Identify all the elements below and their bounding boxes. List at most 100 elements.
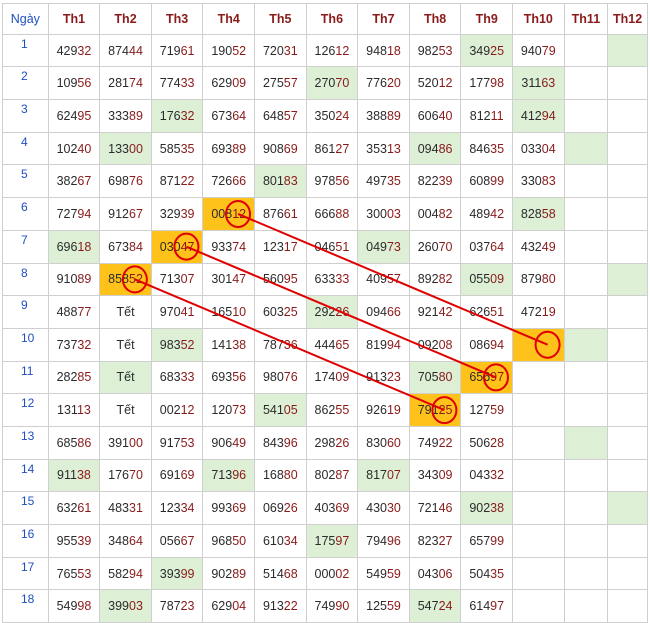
day-link[interactable]: 2: [2, 66, 49, 101]
result-cell: 10240: [47, 131, 101, 166]
result-cell: [563, 295, 609, 329]
result-cell: [607, 33, 648, 68]
table-row: 14 91138 17670 69169 71396 16880 80287 81707 343…: [2, 458, 648, 493]
result-cell: 60640: [408, 99, 462, 133]
result-cell: 72794: [47, 197, 101, 231]
result-cell: [563, 425, 609, 460]
result-cell: 71396: [202, 458, 256, 493]
result-cell: 12334: [150, 491, 204, 525]
result-cell: 13113: [47, 393, 101, 427]
day-link[interactable]: 7: [2, 229, 49, 264]
result-cell: 34309: [408, 458, 462, 493]
result-cell: 61497: [460, 589, 513, 623]
result-cell: [563, 197, 609, 231]
result-cell: 38889: [357, 99, 410, 133]
result-cell: [563, 556, 609, 591]
result-cell: 30003: [357, 197, 410, 231]
table-row: 13 68586 39100 91753 90649 84396 29826 83060 749…: [2, 425, 648, 460]
result-cell: 12759: [460, 393, 513, 427]
result-cell: 00212: [150, 393, 204, 427]
result-cell: 92142: [408, 295, 462, 329]
month-header: Th10: [512, 3, 565, 35]
result-cell: 09208: [408, 327, 462, 362]
result-cell: 98253: [408, 33, 462, 68]
result-cell: 17597: [305, 524, 359, 558]
result-cell: [563, 327, 609, 362]
result-cell: 74990: [305, 589, 359, 623]
result-cell: 33389: [99, 99, 152, 133]
day-link[interactable]: 4: [2, 131, 49, 166]
result-cell: 27557: [254, 66, 307, 101]
result-cell: 61034: [254, 524, 307, 558]
result-cell: 48942: [460, 197, 513, 231]
table-row: 5 38267 69876 87122 72666 80183 97856 49735 8223…: [2, 164, 648, 199]
result-cell: 97856: [305, 164, 359, 199]
day-link[interactable]: 1: [2, 33, 49, 68]
result-cell: 90649: [202, 425, 256, 460]
day-link[interactable]: 15: [2, 491, 49, 525]
result-cell: 77620: [357, 66, 410, 101]
result-cell: 69356: [202, 360, 256, 395]
result-cell: 84635: [460, 131, 513, 166]
result-cell: 08694: [460, 327, 513, 362]
result-cell: 69876: [99, 164, 152, 199]
result-cell: 72666: [202, 164, 256, 199]
result-cell: 68586: [47, 425, 101, 460]
table-row: 17 76553 58294 39399 90289 51468 00002 54959 043…: [2, 556, 648, 591]
result-cell: 94818: [357, 33, 410, 68]
table-row: 1 42932 87444 71961 19052 72031 12612 94818 9825…: [2, 33, 648, 68]
result-cell: 04306: [408, 556, 462, 591]
result-cell: 31163: [512, 66, 565, 101]
day-link[interactable]: 17: [2, 556, 49, 591]
result-cell: 54959: [357, 556, 410, 591]
result-cell: [563, 262, 609, 297]
result-cell: 33083: [512, 164, 565, 199]
result-cell: 03304: [512, 131, 565, 166]
result-cell: 58294: [99, 556, 152, 591]
month-header: Th4: [202, 3, 256, 35]
result-cell: 50628: [460, 425, 513, 460]
day-link[interactable]: 3: [2, 99, 49, 133]
day-link[interactable]: 9: [2, 295, 49, 329]
day-link[interactable]: 10: [2, 327, 49, 362]
day-link[interactable]: 6: [2, 197, 49, 231]
day-link[interactable]: 16: [2, 524, 49, 558]
result-cell: [607, 491, 648, 525]
result-cell: 63261: [47, 491, 101, 525]
result-cell: 98076: [254, 360, 307, 395]
table-row: 7 69618 67384 03047 93374 12317 04651 04973 2607…: [2, 229, 648, 264]
result-cell: [563, 458, 609, 493]
result-cell: 19052: [202, 33, 256, 68]
month-header: Th7: [357, 3, 410, 35]
result-cell: 28285: [47, 360, 101, 395]
result-cell: 17798: [460, 66, 513, 101]
day-link[interactable]: 18: [2, 589, 49, 623]
result-cell: 87661: [254, 197, 307, 231]
result-cell: 34864: [99, 524, 152, 558]
result-cell: 12073: [202, 393, 256, 427]
day-link[interactable]: 5: [2, 164, 49, 199]
result-cell: 65697: [460, 360, 513, 395]
result-cell: 81707: [357, 458, 410, 493]
result-cell: 04332: [460, 458, 513, 493]
result-cell: 03047: [150, 229, 204, 264]
result-cell: 71961: [150, 33, 204, 68]
day-link[interactable]: 13: [2, 425, 49, 460]
result-cell: 17632: [150, 99, 204, 133]
result-cell: [512, 524, 565, 558]
result-cell: 52012: [408, 66, 462, 101]
result-cell: 91753: [150, 425, 204, 460]
month-header: Th9: [460, 3, 513, 35]
day-link[interactable]: 11: [2, 360, 49, 395]
result-cell: 91323: [357, 360, 410, 395]
result-cell: 91322: [254, 589, 307, 623]
result-cell: Tết: [99, 360, 152, 395]
day-link[interactable]: 8: [2, 262, 49, 297]
result-cell: 00482: [408, 197, 462, 231]
results-table-container: Ngày Th1 Th2 Th3 Th4 Th5 Th6 Th7 Th8 Th9…: [0, 0, 648, 623]
result-cell: 90289: [202, 556, 256, 591]
day-link[interactable]: 12: [2, 393, 49, 427]
day-link[interactable]: 14: [2, 458, 49, 493]
result-cell: Tết: [99, 295, 152, 329]
result-cell: 84396: [254, 425, 307, 460]
